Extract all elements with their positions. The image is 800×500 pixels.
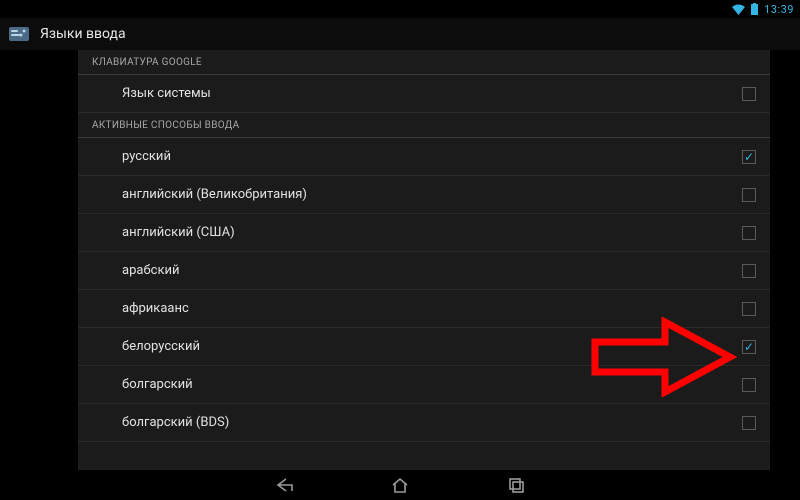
checkbox-language-afrikaans[interactable] [742,302,756,316]
row-label: болгарский (BDS) [122,415,742,430]
section-header-google-keyboard: КЛАВИАТУРА GOOGLE [78,50,770,75]
checkbox-language-bulgarian[interactable] [742,378,756,392]
checkbox-system-language[interactable] [742,87,756,101]
nav-back-button[interactable] [271,474,297,496]
row-language-bulgarian-bds[interactable]: болгарский (BDS) [78,404,770,442]
settings-app-icon[interactable] [8,23,30,45]
row-system-language[interactable]: Язык системы [78,75,770,113]
status-time: 13:39 [764,3,794,16]
row-label: Язык системы [122,86,742,101]
row-language-belarusian[interactable]: белорусский [78,328,770,366]
row-language-russian[interactable]: русский [78,138,770,176]
checkbox-language-bulgarian-bds[interactable] [742,416,756,430]
row-label: болгарский [122,377,742,392]
nav-recent-button[interactable] [503,474,529,496]
row-label: африкаанс [122,301,742,316]
row-language-english-us[interactable]: английский (США) [78,214,770,252]
row-language-arabic[interactable]: арабский [78,252,770,290]
row-language-english-uk[interactable]: английский (Великобритания) [78,176,770,214]
checkbox-language-belarusian[interactable] [742,340,756,354]
battery-icon [751,3,758,15]
checkbox-language-russian[interactable] [742,150,756,164]
row-label: русский [122,149,742,164]
row-label: английский (США) [122,225,742,240]
settings-panel: КЛАВИАТУРА GOOGLE Язык системы АКТИВНЫЕ … [78,50,770,470]
row-label: белорусский [122,339,742,354]
checkbox-language-arabic[interactable] [742,264,756,278]
nav-home-button[interactable] [387,474,413,496]
wifi-icon [732,4,745,15]
action-bar: Языки ввода [0,18,800,50]
row-label: арабский [122,263,742,278]
page-title: Языки ввода [40,26,126,42]
checkbox-language-english-uk[interactable] [742,188,756,202]
status-bar: 13:39 [0,0,800,18]
section-header-active-input: АКТИВНЫЕ СПОСОБЫ ВВОДА [78,113,770,138]
navigation-bar [0,470,800,500]
row-language-afrikaans[interactable]: африкаанс [78,290,770,328]
row-language-bulgarian[interactable]: болгарский [78,366,770,404]
checkbox-language-english-us[interactable] [742,226,756,240]
row-label: английский (Великобритания) [122,187,742,202]
